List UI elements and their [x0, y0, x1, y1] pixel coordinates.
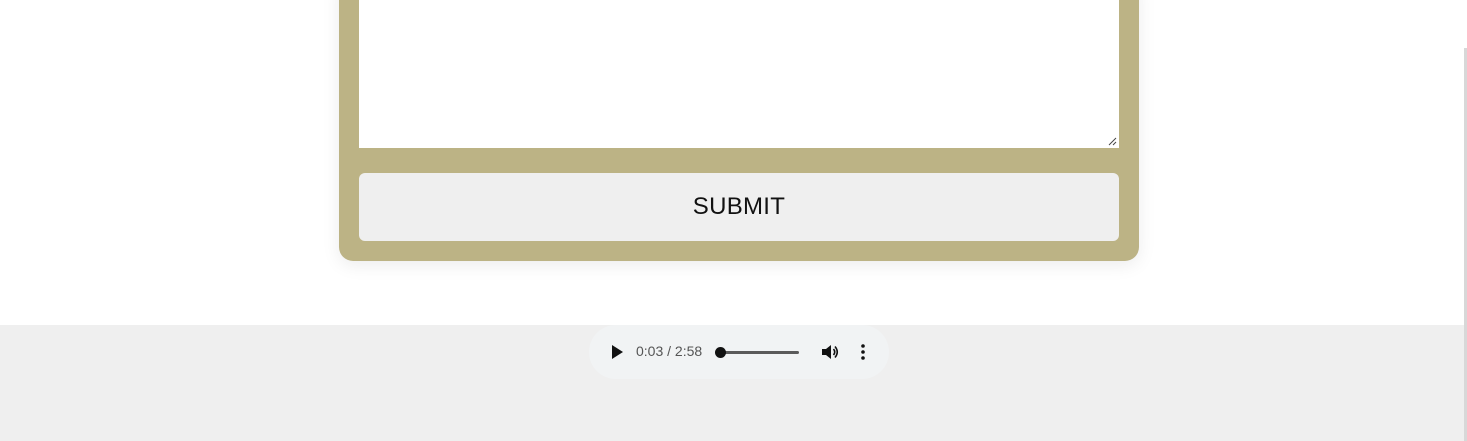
play-icon[interactable]: [609, 344, 625, 360]
audio-player: 0:03 / 2:58: [589, 325, 889, 379]
page: SUBMIT 0:03 / 2:58: [0, 0, 1467, 441]
submit-button[interactable]: SUBMIT: [359, 173, 1119, 241]
message-textarea[interactable]: [359, 0, 1119, 148]
resize-handle-icon[interactable]: [1108, 137, 1117, 146]
contact-form: SUBMIT: [339, 0, 1139, 261]
audio-time-display: 0:03 / 2:58: [636, 343, 703, 359]
volume-icon[interactable]: [821, 343, 839, 361]
seek-slider[interactable]: [714, 347, 799, 358]
more-vertical-icon[interactable]: [857, 343, 869, 361]
seek-thumb[interactable]: [714, 347, 726, 358]
